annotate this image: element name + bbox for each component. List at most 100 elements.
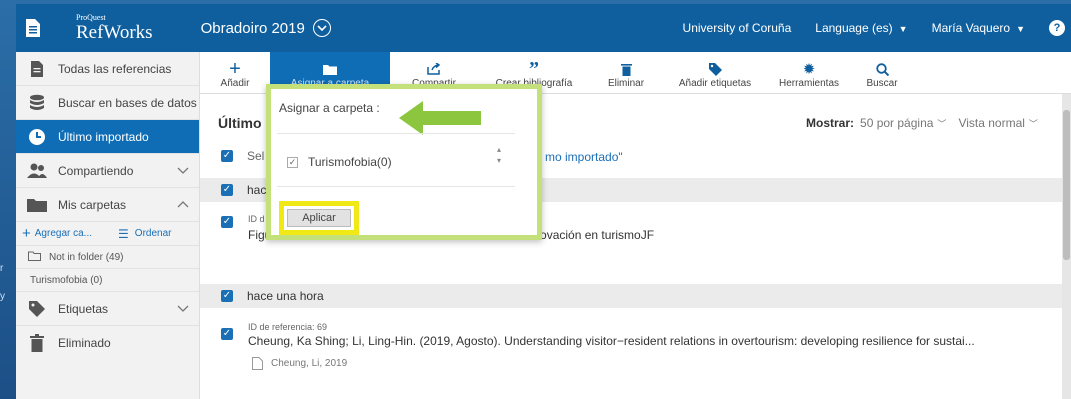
language-menu[interactable]: Language (es) ▼ xyxy=(815,21,907,35)
per-page-select[interactable]: 50 por página xyxy=(860,116,933,130)
add-folder-button[interactable]: Agregar ca... xyxy=(35,228,92,239)
sidebar-item-label: Etiquetas xyxy=(58,301,109,316)
select-all-checkbox[interactable]: ✓ xyxy=(221,150,233,162)
reference-title[interactable]: Cheung, Ka Shing; Li, Ling-Hin. (2019, A… xyxy=(248,334,975,348)
sidebar-item-label: Eliminado xyxy=(58,336,111,350)
select-all-label: Sel xyxy=(247,149,265,163)
clock-icon xyxy=(26,128,48,146)
scrollbar-thumb[interactable] xyxy=(1063,110,1070,260)
sidebar-item-label: Buscar en bases de datos xyxy=(58,95,197,110)
sidebar-item-sharing[interactable]: Compartiendo xyxy=(16,154,199,188)
help-icon[interactable]: ? xyxy=(1049,20,1065,36)
reference-id: ID de referencia: 69 xyxy=(248,322,328,332)
folder-label: Turismofobia (0) xyxy=(30,274,103,286)
group-label: hac xyxy=(247,183,267,197)
attachment-row[interactable]: Cheung, Li, 2019 xyxy=(252,357,347,370)
folder-icon xyxy=(323,60,337,78)
users-icon xyxy=(26,162,48,180)
select-all-link[interactable]: mo importado" xyxy=(545,150,623,164)
search-button[interactable]: Buscar xyxy=(850,52,914,93)
reference-checkbox[interactable]: ✓ xyxy=(221,216,233,228)
page-title: Último xyxy=(218,115,262,131)
tool-label: Herramientas xyxy=(778,78,840,89)
trash-icon xyxy=(26,334,48,352)
tool-label: Añadir etiquetas xyxy=(678,78,752,89)
database-icon xyxy=(26,94,48,112)
chevron-down-icon[interactable] xyxy=(177,303,189,315)
user-name: María Vaquero xyxy=(931,21,1011,35)
folder-icon xyxy=(26,196,48,214)
tool-label: Buscar xyxy=(866,78,898,89)
assign-folder-popover: Asignar a carpeta : ✓ Turismofobia(0) ▴ ▾… xyxy=(266,84,542,240)
group-checkbox[interactable]: ✓ xyxy=(221,290,233,302)
project-name: Obradoiro 2019 xyxy=(200,19,305,37)
chevron-down-icon: ﹀ xyxy=(937,118,947,129)
sidebar-item-last-imported[interactable]: Último importado xyxy=(16,120,199,154)
plus-icon[interactable]: + xyxy=(22,225,31,242)
document-icon xyxy=(26,60,48,78)
university-link[interactable]: University of Coruña xyxy=(683,21,792,35)
sort-icon[interactable]: ☰ xyxy=(118,227,129,241)
reference-checkbox[interactable]: ✓ xyxy=(221,328,233,340)
brand-logo: ProQuest RefWorks xyxy=(76,14,153,43)
plus-icon: + xyxy=(229,57,241,80)
user-menu[interactable]: María Vaquero ▼ xyxy=(932,21,1025,35)
share-icon xyxy=(427,60,441,78)
group-header: ✓ hace una hora xyxy=(200,284,1062,308)
attachment-label: Cheung, Li, 2019 xyxy=(271,358,348,369)
caret-down-icon: ▼ xyxy=(1016,24,1025,34)
folder-item-not-in-folder[interactable]: Not in folder (49) xyxy=(16,246,199,269)
language-label: Language (es) xyxy=(815,21,893,35)
sidebar-item-label: Todas las referencias xyxy=(58,61,172,76)
view-options: Mostrar: 50 por página ﹀ Vista normal ﹀ xyxy=(806,116,1038,130)
document-icon xyxy=(26,19,40,37)
group-label: hace una hora xyxy=(247,289,324,303)
add-button[interactable]: + Añadir xyxy=(200,52,270,93)
apply-button[interactable]: Aplicar xyxy=(287,209,351,227)
folder-outline-icon xyxy=(28,251,41,264)
select-all-row: ✓ Sel xyxy=(221,149,264,163)
sidebar-item-all-references[interactable]: Todas las referencias xyxy=(16,52,199,86)
delete-button[interactable]: Eliminar xyxy=(590,52,662,93)
arrow-left-icon xyxy=(399,101,481,135)
quote-icon: ” xyxy=(529,57,539,80)
add-tags-button[interactable]: Añadir etiquetas xyxy=(662,52,768,93)
popover-title: Asignar a carpeta : xyxy=(279,101,380,115)
sidebar-item-deleted[interactable]: Eliminado xyxy=(16,326,199,360)
group-checkbox[interactable]: ✓ xyxy=(221,184,233,196)
tool-label: Añadir xyxy=(220,78,250,89)
sidebar-item-my-folders[interactable]: Mis carpetas xyxy=(16,188,199,222)
chevron-down-icon[interactable] xyxy=(312,19,331,37)
search-icon xyxy=(875,60,889,78)
reference-id: ID d xyxy=(248,214,265,224)
show-label: Mostrar: xyxy=(806,116,855,130)
file-icon xyxy=(252,357,263,370)
sidebar-item-search-databases[interactable]: Buscar en bases de datos xyxy=(16,86,199,120)
project-selector[interactable]: Obradoiro 2019 xyxy=(201,19,331,37)
reference-title-end[interactable]: innovación en turismoJF xyxy=(524,228,654,242)
app-logo[interactable] xyxy=(16,4,50,52)
sidebar-item-label: Compartiendo xyxy=(58,163,134,178)
tools-button[interactable]: ✹ Herramientas xyxy=(768,52,850,93)
sort-button[interactable]: Ordenar xyxy=(135,228,172,239)
sidebar-item-tags[interactable]: Etiquetas xyxy=(16,292,199,326)
gear-icon: ✹ xyxy=(802,61,816,78)
folder-option-label[interactable]: Turismofobia(0) xyxy=(308,155,392,169)
chevron-up-icon[interactable] xyxy=(177,199,189,211)
caret-down-icon: ▼ xyxy=(898,24,908,34)
folder-option-checkbox[interactable]: ✓ xyxy=(287,156,298,168)
tool-label: Eliminar xyxy=(607,78,645,89)
folder-option-list: ✓ Turismofobia(0) ▴ ▾ xyxy=(277,133,515,187)
sidebar-item-label: Último importado xyxy=(58,129,149,144)
sidebar: Todas las referencias Buscar en bases de… xyxy=(16,52,200,399)
tag-icon xyxy=(26,300,48,318)
folder-label: Not in folder (49) xyxy=(49,251,124,263)
tag-icon xyxy=(708,60,722,78)
trash-icon xyxy=(620,60,632,78)
chevron-down-icon: ﹀ xyxy=(1028,118,1038,129)
list-scroll-arrows[interactable]: ▴ ▾ xyxy=(497,144,501,166)
brand-name: RefWorks xyxy=(76,22,153,43)
chevron-down-icon[interactable] xyxy=(177,165,189,177)
view-mode-select[interactable]: Vista normal xyxy=(958,116,1024,130)
folder-item-turismofobia[interactable]: Turismofobia (0) xyxy=(16,269,199,292)
